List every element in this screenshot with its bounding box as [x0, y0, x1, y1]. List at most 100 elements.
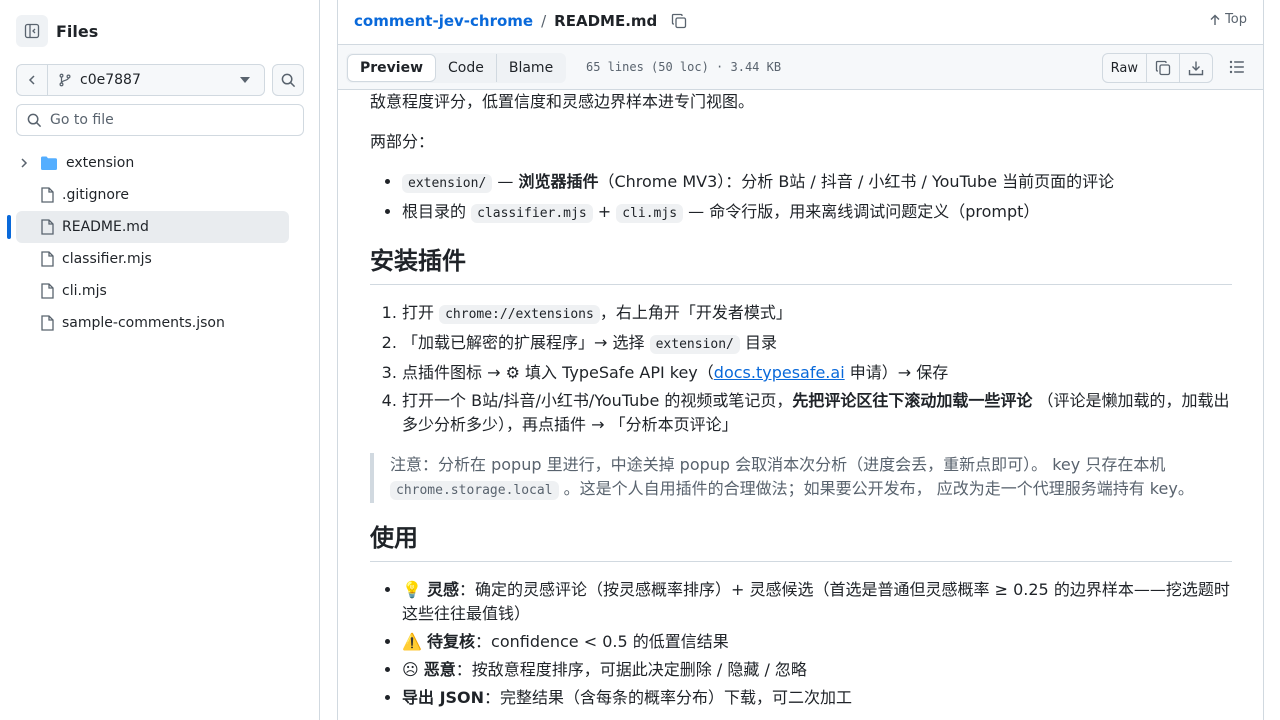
- inline-code: chrome://extensions: [439, 305, 600, 324]
- frown-icon: ☹: [402, 660, 419, 679]
- sidebar-header: Files: [16, 15, 98, 47]
- text: ：确定的灵感评论（按灵感概率排序）+ 灵感候选（首选是普通但灵感概率 ≥ 0.2…: [402, 580, 1230, 623]
- git-branch-icon: [59, 73, 71, 87]
- file-view: comment-jev-chrome / README.md Top Previ…: [337, 0, 1264, 720]
- file-icon: [40, 315, 54, 331]
- text: +: [592, 202, 617, 221]
- inline-code: classifier.mjs: [471, 204, 593, 223]
- inline-code: extension/: [402, 174, 493, 193]
- tree-item-extension[interactable]: extension: [16, 147, 289, 179]
- usage-list: 💡 灵感：确定的灵感评论（按灵感概率排序）+ 灵感候选（首选是普通但灵感概率 ≥…: [370, 578, 1232, 710]
- folder-icon: [40, 155, 58, 171]
- tab-blame[interactable]: Blame: [495, 54, 565, 82]
- tree-item-label: sample-comments.json: [62, 315, 225, 331]
- file-tree: extension .gitignore README.md classifie…: [7, 147, 289, 339]
- go-to-file-input[interactable]: [50, 112, 290, 128]
- top-button[interactable]: Top: [1209, 12, 1247, 27]
- text: —: [492, 172, 519, 191]
- bold-text: 灵感: [427, 580, 460, 599]
- parts-list: extension/ — 浏览器插件（Chrome MV3）：分析 B站 / 抖…: [370, 170, 1232, 226]
- list-item: 打开 chrome://extensions，右上角开「开发者模式」: [402, 301, 1232, 327]
- go-to-file-field[interactable]: [16, 104, 304, 136]
- list-icon: [1229, 60, 1244, 74]
- chevron-right-icon[interactable]: [16, 158, 32, 168]
- text: 目录: [739, 333, 777, 352]
- text: 打开: [402, 303, 440, 322]
- inline-code: extension/: [649, 335, 740, 354]
- file-tree-sidebar: Files c0e7887 Go to file extension .giti…: [0, 0, 320, 720]
- bold-text: 先把评论区往下滚动加载一些评论: [792, 391, 1033, 410]
- bold-text: 恶意: [423, 660, 456, 679]
- parts-label: 两部分：: [370, 132, 435, 151]
- text: ：confidence < 0.5 的低置信结果: [475, 632, 729, 651]
- list-item: extension/ — 浏览器插件（Chrome MV3）：分析 B站 / 抖…: [402, 170, 1232, 196]
- inline-code: cli.mjs: [616, 204, 684, 223]
- file-icon: [40, 187, 54, 203]
- download-button[interactable]: [1179, 54, 1212, 82]
- text: ，右上角开「开发者模式」: [599, 303, 792, 322]
- view-mode-toggle: Preview Code Blame: [346, 53, 567, 83]
- tree-item-label: README.md: [62, 219, 149, 235]
- chevron-left-icon: [28, 75, 35, 85]
- text: — 命令行版，用来离线调试问题定义（prompt）: [683, 202, 1040, 221]
- branch-selector-group: c0e7887: [16, 64, 265, 96]
- bold-text: 浏览器插件: [518, 172, 599, 191]
- branch-selector[interactable]: c0e7887: [48, 65, 264, 95]
- tree-item-label: .gitignore: [62, 187, 129, 203]
- text: 点插件图标 → ⚙ 填入 TypeSafe API key（: [402, 363, 714, 382]
- list-item: 点插件图标 → ⚙ 填入 TypeSafe API key（docs.types…: [402, 361, 1232, 385]
- branch-row: c0e7887: [16, 64, 304, 96]
- bold-text: 导出 JSON: [402, 688, 485, 707]
- list-item: 💡 灵感：确定的灵感评论（按灵感概率排序）+ 灵感候选（首选是普通但灵感概率 ≥…: [402, 578, 1232, 626]
- back-button[interactable]: [17, 65, 48, 95]
- tree-item-sample-comments[interactable]: sample-comments.json: [16, 307, 289, 339]
- install-steps: 打开 chrome://extensions，右上角开「开发者模式」 「加载已解…: [370, 301, 1232, 437]
- copy-raw-button[interactable]: [1146, 54, 1179, 82]
- tree-item-cli[interactable]: cli.mjs: [16, 275, 289, 307]
- copy-path-button[interactable]: [671, 13, 687, 29]
- file-toolbar: Preview Code Blame 65 lines (50 loc) · 3…: [338, 44, 1263, 90]
- breadcrumb-separator: /: [541, 12, 547, 30]
- search-icon: [27, 113, 42, 127]
- list-item: 根目录的 classifier.mjs + cli.mjs — 命令行版，用来离…: [402, 200, 1232, 226]
- list-item: ☹ 恶意：按敌意程度排序，可据此决定删除 / 隐藏 / 忽略: [402, 658, 1232, 682]
- file-icon: [40, 283, 54, 299]
- text: ：完整结果（含每条的概率分布）下载，可二次加工: [484, 688, 853, 707]
- section-heading-install: 安装插件: [370, 246, 1232, 285]
- section-heading-usage: 使用: [370, 523, 1232, 562]
- arrow-up-icon: [1210, 14, 1220, 25]
- text: 打开一个 B站/抖音/小红书/YouTube 的视频或笔记页，: [402, 391, 793, 410]
- file-icon: [40, 219, 54, 235]
- file-icon: [40, 251, 54, 267]
- branch-name: c0e7887: [80, 72, 141, 88]
- tree-item-classifier[interactable]: classifier.mjs: [16, 243, 289, 275]
- breadcrumb: comment-jev-chrome / README.md: [354, 10, 687, 32]
- intro-text: 敌意程度评分，低置信度和灵感边界样本进专门视图。: [370, 92, 755, 111]
- caret-down-icon: [240, 77, 250, 83]
- breadcrumb-file: README.md: [554, 12, 658, 30]
- raw-button[interactable]: Raw: [1103, 54, 1146, 82]
- tab-preview[interactable]: Preview: [347, 54, 437, 82]
- text: 申请）→ 保存: [844, 363, 949, 382]
- text: 根目录的: [402, 202, 472, 221]
- lightbulb-icon: 💡: [402, 580, 422, 599]
- tree-item-readme[interactable]: README.md: [7, 211, 289, 243]
- breadcrumb-repo-link[interactable]: comment-jev-chrome: [354, 12, 533, 30]
- tree-item-gitignore[interactable]: .gitignore: [16, 179, 289, 211]
- list-item: 导出 JSON：完整结果（含每条的概率分布）下载，可二次加工: [402, 686, 1232, 710]
- outline-button[interactable]: [1229, 59, 1245, 79]
- copy-icon: [1155, 60, 1171, 76]
- bold-text: 待复核: [427, 632, 476, 651]
- search-icon: [281, 73, 295, 87]
- text: 。这是个人自用插件的合理做法；如果要公开发布， 应改为走一个代理服务端持有 ke…: [558, 479, 1194, 498]
- text: （Chrome MV3）：分析 B站 / 抖音 / 小红书 / YouTube …: [598, 172, 1115, 191]
- search-button[interactable]: [272, 64, 304, 96]
- file-info: 65 lines (50 loc) · 3.44 KB: [586, 60, 782, 74]
- docs-link[interactable]: docs.typesafe.ai: [714, 363, 845, 382]
- sidebar-title: Files: [56, 21, 99, 41]
- tab-code[interactable]: Code: [436, 54, 496, 82]
- collapse-sidebar-button[interactable]: [16, 15, 48, 47]
- note-blockquote: 注意：分析在 popup 里进行，中途关掉 popup 会取消本次分析（进度会丢…: [370, 453, 1232, 503]
- list-item: 「加载已解密的扩展程序」→ 选择 extension/ 目录: [402, 331, 1232, 357]
- tree-item-label: extension: [66, 155, 135, 171]
